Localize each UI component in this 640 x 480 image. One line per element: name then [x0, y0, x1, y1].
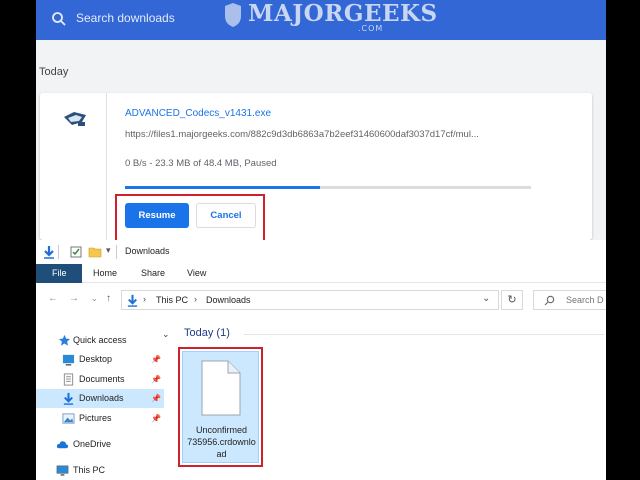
- nav-item-label: Quick access: [73, 335, 127, 345]
- title-separator-2: [116, 245, 117, 259]
- codec-file-icon: [64, 112, 86, 126]
- search-downloads-field[interactable]: Search D: [533, 290, 606, 310]
- breadcrumb-this-pc[interactable]: This PC: [156, 295, 188, 305]
- nav-item-label: Documents: [79, 374, 125, 384]
- ribbon-tabs: File Home Share View: [36, 264, 606, 283]
- majorgeeks-logo-icon: [225, 3, 241, 27]
- search-icon: [544, 295, 555, 306]
- title-separator: [58, 245, 59, 259]
- pin-icon[interactable]: 📌: [151, 370, 161, 389]
- search-placeholder: Search D: [566, 295, 604, 305]
- downloads-toolbar: Search downloads MAJORGEEKS .COM: [36, 0, 606, 40]
- address-dropdown-chevron-icon[interactable]: ⌄: [482, 293, 490, 304]
- pin-icon[interactable]: 📌: [151, 350, 161, 369]
- refresh-icon[interactable]: ↻: [501, 290, 523, 310]
- computer-icon: [56, 465, 69, 476]
- address-row: ← → ⌄ ↑ › This PC › Downloads ⌄ ↻ Search…: [36, 283, 606, 316]
- nav-item-label: OneDrive: [73, 439, 112, 449]
- recent-locations-chevron-icon[interactable]: ⌄: [91, 294, 98, 303]
- window-title: Downloads: [125, 246, 170, 256]
- star-icon: [58, 334, 71, 346]
- highlight-box-file: [178, 347, 263, 467]
- search-downloads-input[interactable]: Search downloads: [76, 11, 175, 25]
- nav-item-documents[interactable]: Documents 📌: [36, 370, 164, 389]
- tab-file[interactable]: File: [36, 264, 82, 283]
- date-group-label: Today: [39, 66, 69, 78]
- documents-icon: [63, 373, 74, 386]
- left-letterbox: [0, 0, 36, 480]
- search-icon[interactable]: [50, 10, 68, 28]
- up-arrow-icon[interactable]: ↑: [106, 293, 111, 304]
- tab-view[interactable]: View: [187, 268, 206, 278]
- new-folder-icon[interactable]: [88, 245, 102, 259]
- download-folder-icon: [44, 246, 54, 259]
- tab-share[interactable]: Share: [141, 268, 165, 278]
- watermark: MAJORGEEKS: [248, 0, 438, 27]
- cloud-icon: [56, 441, 69, 449]
- nav-item-label: Pictures: [79, 413, 112, 423]
- download-arrow-icon: [63, 392, 74, 405]
- navigation-pane: Quick access Desktop 📌 Documents 📌 Downl…: [36, 320, 164, 480]
- forward-arrow-icon[interactable]: →: [69, 293, 79, 304]
- breadcrumb-separator-icon[interactable]: ›: [194, 294, 197, 304]
- properties-icon[interactable]: [69, 245, 83, 259]
- collapse-group-chevron-icon[interactable]: ⌄: [162, 329, 170, 340]
- download-file-link[interactable]: ADVANCED_Codecs_v1431.exe: [125, 108, 271, 119]
- pictures-icon: [62, 413, 75, 424]
- download-url[interactable]: https://files1.majorgeeks.com/882c9d3db6…: [125, 129, 479, 140]
- nav-item-onedrive[interactable]: OneDrive: [36, 435, 164, 454]
- download-progress-bar: [125, 186, 531, 189]
- highlight-box-buttons: [115, 194, 265, 242]
- nav-item-this-pc[interactable]: This PC: [36, 461, 164, 480]
- file-explorer-window: ▾ Downloads File Home Share View ← → ⌄ ↑…: [36, 240, 606, 480]
- breadcrumb-downloads[interactable]: Downloads: [206, 295, 251, 305]
- nav-item-downloads[interactable]: Downloads 📌: [36, 389, 164, 408]
- back-arrow-icon[interactable]: ←: [48, 293, 58, 304]
- watermark-sub: .COM: [358, 24, 384, 33]
- pin-icon[interactable]: 📌: [151, 409, 161, 428]
- explorer-title-bar: ▾ Downloads: [36, 240, 606, 264]
- nav-item-pictures[interactable]: Pictures 📌: [36, 409, 164, 428]
- nav-item-desktop[interactable]: Desktop 📌: [36, 350, 164, 369]
- download-progress-fill: [125, 186, 320, 189]
- address-bar[interactable]: › This PC › Downloads ⌄: [121, 290, 499, 310]
- download-status: 0 B/s - 23.3 MB of 48.4 MB, Paused: [125, 158, 277, 169]
- group-header-today[interactable]: Today (1): [184, 327, 230, 339]
- nav-item-label: Downloads: [79, 393, 124, 403]
- group-divider: [244, 334, 604, 335]
- customize-toolbar-icon[interactable]: ▾: [106, 245, 111, 256]
- card-divider: [106, 93, 107, 240]
- breadcrumb-separator-icon[interactable]: ›: [143, 294, 146, 304]
- nav-item-label: Desktop: [79, 354, 113, 364]
- pin-icon[interactable]: 📌: [151, 389, 161, 408]
- right-letterbox: [606, 0, 640, 480]
- nav-item-quick-access[interactable]: Quick access: [36, 331, 164, 350]
- tab-home[interactable]: Home: [93, 268, 117, 278]
- download-arrow-icon: [127, 294, 138, 307]
- nav-item-label: This PC: [73, 465, 106, 475]
- desktop-icon: [62, 354, 75, 366]
